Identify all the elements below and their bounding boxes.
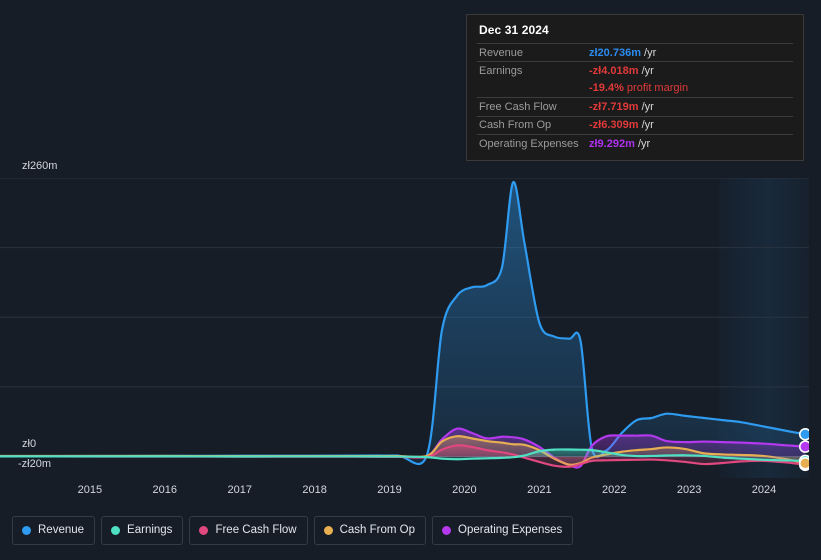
tooltip-unit-cash-from-op: /yr	[641, 119, 654, 132]
tooltip-value-profit-margin: -19.4% profit margin	[589, 82, 688, 94]
tooltip-row-revenue: Revenue zł20.736m /yr	[477, 43, 793, 61]
legend-item-earnings[interactable]: Earnings	[101, 516, 184, 545]
legend-label: Operating Expenses	[458, 524, 563, 536]
legend-dot-icon	[199, 526, 209, 535]
tooltip-value-operating-expenses: zł9.292m /yr	[589, 138, 650, 150]
tooltip-label-earnings: Earnings	[479, 65, 523, 78]
legend-item-revenue[interactable]: Revenue	[12, 516, 96, 545]
tooltip-unit-earnings: /yr	[641, 65, 654, 78]
legend-label: Free Cash Flow	[215, 524, 297, 536]
tooltip-row-cash-from-op: Cash From Op -zł6.309m /yr	[477, 115, 793, 134]
tooltip-amount-cash-from-op: -zł6.309m	[589, 119, 639, 132]
tooltip-label-operating-expenses: Operating Expenses	[479, 137, 579, 150]
tooltip-value-free-cash-flow: -zł7.719m /yr	[589, 101, 654, 113]
endpoint-marker-cash-from-op	[798, 457, 809, 470]
tooltip-label-revenue: Revenue	[479, 46, 524, 59]
legend-label: Cash From Op	[339, 524, 416, 536]
tooltip-label-free-cash-flow: Free Cash Flow	[479, 100, 557, 113]
x-axis-tick-2016: 2016	[152, 484, 178, 496]
legend-dot-icon	[442, 526, 452, 535]
chart-legend: Revenue Earnings Free Cash Flow Cash From O…	[12, 516, 574, 545]
chart-svg	[0, 178, 809, 478]
x-axis: 2015 2016 2017 2018 2019 2020 2021 2022 2023 2024	[0, 481, 821, 503]
tooltip-row-profit-margin: -19.4% profit margin	[477, 80, 793, 97]
tooltip-amount-earnings: -zł4.018m	[589, 65, 639, 78]
legend-label: Revenue	[38, 524, 85, 536]
endpoint-marker-operating-expenses	[798, 440, 809, 453]
tooltip-unit-profit-margin: profit margin	[626, 82, 689, 95]
chart-page: Dec 31 2024 Revenue zł20.736m /yr Earnin…	[0, 0, 821, 560]
tooltip-date: Dec 31 2024	[479, 23, 549, 37]
tooltip-label-cash-from-op: Cash From Op	[479, 119, 552, 132]
x-axis-tick-2019: 2019	[377, 484, 402, 496]
tooltip-amount-operating-expenses: zł9.292m	[589, 137, 635, 150]
legend-dot-icon	[111, 526, 121, 535]
tooltip-row-earnings: Earnings -zł4.018m /yr	[477, 61, 793, 79]
tooltip-unit-revenue: /yr	[644, 46, 657, 59]
tooltip-unit-operating-expenses: /yr	[637, 137, 651, 150]
x-axis-tick-2023: 2023	[676, 484, 702, 496]
series-area-revenue	[0, 182, 806, 464]
legend-item-operating-expenses[interactable]: Operating Expenses	[432, 516, 574, 545]
tooltip-row-operating-expenses: Operating Expenses zł9.292m /yr	[477, 133, 793, 152]
chart-tooltip: Dec 31 2024 Revenue zł20.736m /yr Earnin…	[466, 14, 804, 162]
x-axis-tick-2021: 2021	[527, 484, 552, 496]
tooltip-unit-free-cash-flow: /yr	[641, 100, 654, 113]
legend-item-cash-from-op[interactable]: Cash From Op	[313, 516, 427, 545]
tooltip-amount-profit-margin: -19.4%	[589, 82, 624, 95]
legend-label: Earnings	[127, 524, 173, 536]
legend-dot-icon	[323, 526, 333, 535]
endpoint-marker-revenue	[798, 428, 809, 441]
x-axis-tick-2018: 2018	[302, 484, 327, 496]
x-axis-tick-2017: 2017	[227, 484, 252, 496]
tooltip-value-cash-from-op: -zł6.309m /yr	[589, 119, 654, 131]
y-axis-label-top: zł260m	[22, 160, 58, 172]
financial-chart	[0, 178, 809, 478]
x-axis-tick-2020: 2020	[452, 484, 477, 496]
x-axis-tick-2015: 2015	[77, 484, 103, 496]
legend-item-free-cash-flow[interactable]: Free Cash Flow	[189, 516, 308, 545]
x-axis-tick-2022: 2022	[601, 484, 627, 496]
tooltip-value-revenue: zł20.736m /yr	[589, 47, 656, 59]
legend-dot-icon	[22, 526, 31, 535]
tooltip-value-earnings: -zł4.018m /yr	[589, 65, 654, 77]
x-axis-tick-2024: 2024	[751, 484, 777, 496]
tooltip-amount-free-cash-flow: -zł7.719m	[589, 100, 639, 113]
tooltip-amount-revenue: zł20.736m	[589, 46, 641, 59]
tooltip-row-free-cash-flow: Free Cash Flow -zł7.719m /yr	[477, 97, 793, 115]
